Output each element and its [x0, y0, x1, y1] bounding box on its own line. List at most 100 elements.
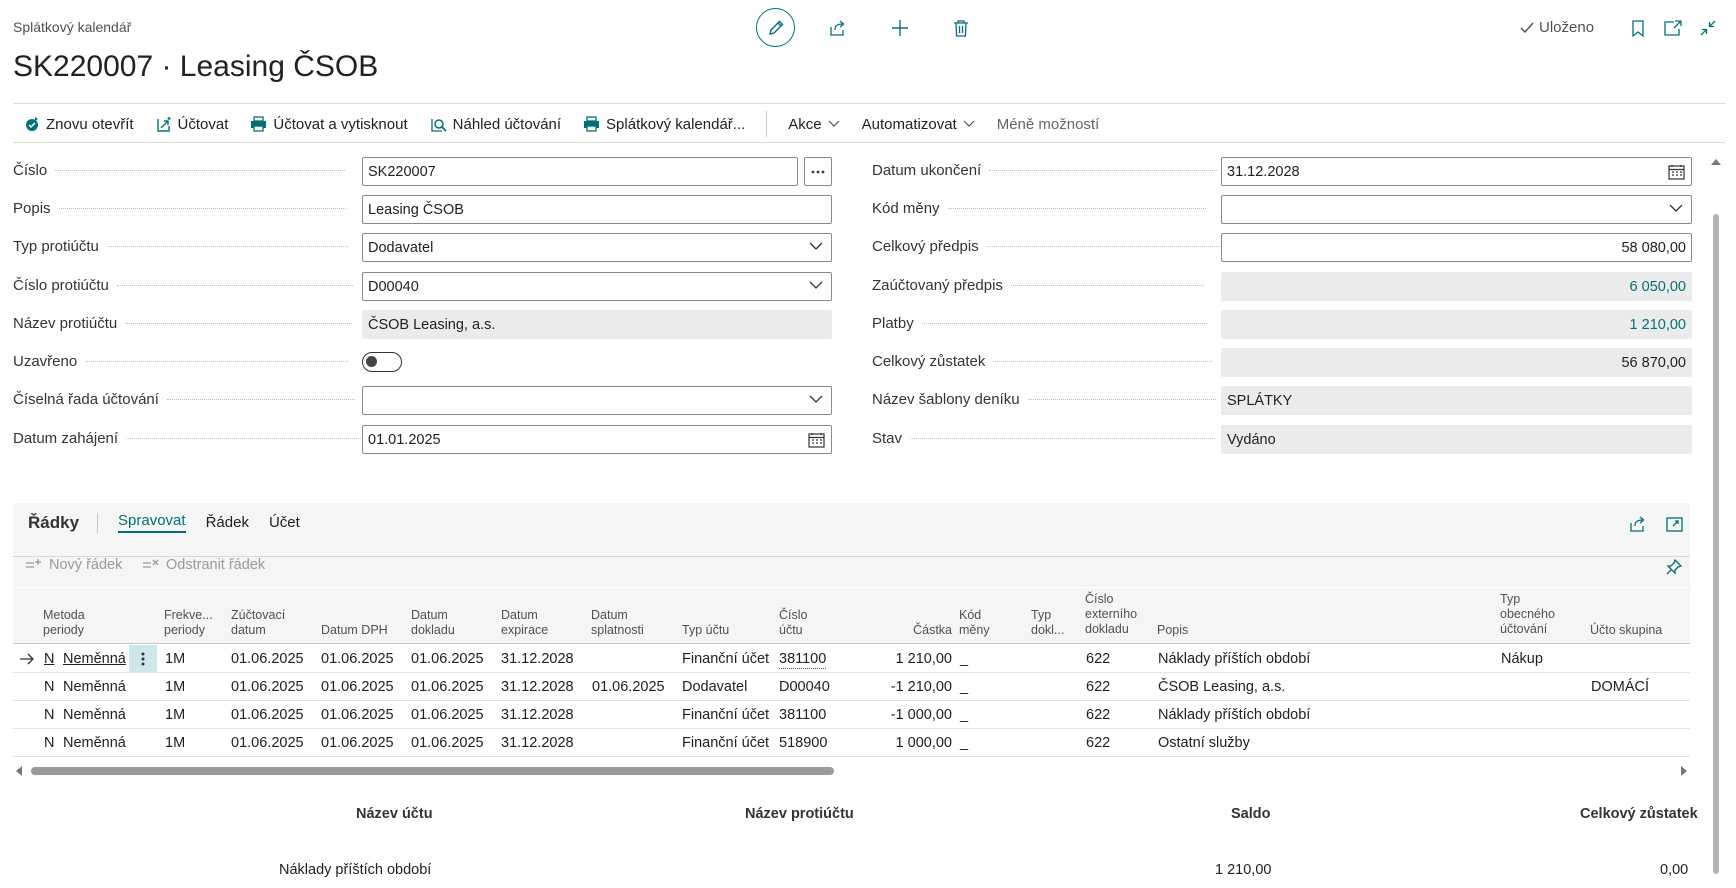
cell-vat-date[interactable]: 01.06.2025 [321, 673, 394, 701]
cell-account-no[interactable]: D00040 [779, 673, 830, 701]
col-due-date[interactable]: Datum splatnosti [591, 608, 644, 638]
cell-expiration-date[interactable]: 31.12.2028 [501, 701, 574, 729]
scrollbar-thumb[interactable] [1713, 214, 1719, 874]
cell-expiration-date[interactable]: 31.12.2028 [501, 645, 574, 673]
cell-account-type[interactable]: Finanční účet [682, 729, 769, 757]
cell-currency[interactable]: _ [960, 729, 968, 757]
tab-manage[interactable]: Spravovat [118, 512, 186, 533]
cell-frequency[interactable]: 1M [165, 729, 185, 757]
col-frequency[interactable]: Frekve... periody [164, 608, 213, 638]
cell-account-no[interactable]: 381100 [779, 701, 826, 729]
cell-currency[interactable]: _ [960, 701, 968, 729]
share-button[interactable] [826, 16, 850, 40]
cell-account-no[interactable]: 381100 [779, 650, 827, 669]
tab-line[interactable]: Řádek [206, 514, 249, 531]
cell-account-no[interactable]: 518900 [779, 729, 827, 757]
horizontal-scrollbar[interactable] [13, 762, 1690, 778]
scrollbar-thumb[interactable] [31, 767, 834, 775]
bal-account-no-select[interactable]: D00040 [362, 272, 832, 301]
cell-description[interactable]: ČSOB Leasing, a.s. [1158, 673, 1285, 701]
less-options-button[interactable]: Méně možností [986, 116, 1111, 133]
cell-external-doc-no[interactable]: 622 [1086, 673, 1110, 701]
preview-action[interactable]: Náhled účtování [419, 116, 572, 133]
new-line-button[interactable]: Nový řádek [25, 557, 122, 573]
cell-expiration-date[interactable]: 31.12.2028 [501, 673, 574, 701]
table-row[interactable]: N Neměnná 1M 01.06.2025 01.06.2025 01.06… [13, 673, 1690, 701]
bookmark-button[interactable] [1627, 17, 1649, 39]
edit-button[interactable] [756, 8, 795, 47]
cell-description[interactable]: Náklady příštích období [1158, 701, 1310, 729]
cell-amount[interactable]: -1 000,00 [873, 701, 952, 729]
closed-toggle[interactable] [362, 352, 402, 372]
vertical-scrollbar[interactable] [1711, 158, 1721, 882]
col-document-date[interactable]: Datum dokladu [411, 608, 455, 638]
cell-method[interactable]: Neměnná [63, 729, 126, 757]
cell-document-date[interactable]: 01.06.2025 [411, 729, 484, 757]
row-actions-button[interactable] [129, 645, 157, 672]
cell-frequency[interactable]: 1M [165, 673, 185, 701]
cell-external-doc-no[interactable]: 622 [1086, 701, 1110, 729]
col-amount[interactable]: Částka [873, 623, 952, 638]
cell-document-date[interactable]: 01.06.2025 [411, 701, 484, 729]
akce-menu[interactable]: Akce [777, 116, 850, 133]
personalize-button[interactable] [1663, 556, 1685, 578]
tab-account[interactable]: Účet [269, 514, 300, 531]
cell-method[interactable]: Neměnná [63, 701, 126, 729]
total-charge-input[interactable]: 58 080,00 [1221, 233, 1692, 262]
cell-amount[interactable]: 1 000,00 [873, 729, 952, 757]
table-row[interactable]: N Neměnná 1M 01.06.2025 01.06.2025 01.06… [13, 701, 1690, 729]
cell-posting-date[interactable]: 01.06.2025 [231, 645, 304, 673]
cell-method-n[interactable]: N [44, 645, 54, 673]
cell-currency[interactable]: _ [960, 645, 968, 673]
automate-menu[interactable]: Automatizovat [851, 116, 986, 133]
ending-date-input[interactable]: 31.12.2028 [1221, 157, 1692, 186]
cell-description[interactable]: Ostatní služby [1158, 729, 1250, 757]
table-row[interactable]: N Neměnná 1M 01.06.2025 01.06.2025 01.06… [13, 729, 1690, 757]
lines-share-button[interactable] [1627, 513, 1649, 535]
collapse-button[interactable] [1697, 17, 1719, 39]
cell-method-n[interactable]: N [44, 673, 54, 701]
payments-value[interactable]: 1 210,00 [1221, 310, 1692, 339]
col-method[interactable]: Metoda periody [43, 608, 85, 638]
cell-amount[interactable]: 1 210,00 [873, 645, 952, 673]
cell-account-type[interactable]: Dodavatel [682, 673, 747, 701]
cell-method[interactable]: Neměnná [63, 645, 126, 673]
cell-due-date[interactable]: 01.06.2025 [592, 673, 665, 701]
col-account-type[interactable]: Typ účtu [682, 623, 729, 638]
currency-code-select[interactable] [1221, 195, 1692, 224]
col-gen-posting-type[interactable]: Typ obecného účtování [1500, 592, 1555, 637]
cell-posting-date[interactable]: 01.06.2025 [231, 729, 304, 757]
cell-description[interactable]: Náklady příštích období [1158, 645, 1310, 673]
assist-edit-button[interactable] [804, 157, 832, 186]
col-external-doc-no[interactable]: Číslo externího dokladu [1085, 592, 1137, 637]
cell-frequency[interactable]: 1M [165, 701, 185, 729]
cell-currency[interactable]: _ [960, 673, 968, 701]
reopen-action[interactable]: Znovu otevřít [13, 116, 145, 133]
post-action[interactable]: Účtovat [145, 116, 240, 133]
col-vat-date[interactable]: Datum DPH [321, 623, 388, 638]
cell-document-date[interactable]: 01.06.2025 [411, 673, 484, 701]
col-posting-group[interactable]: Účto skupina [1590, 623, 1662, 638]
starting-date-input[interactable]: 01.01.2025 [362, 425, 832, 454]
col-description[interactable]: Popis [1157, 623, 1188, 638]
cell-frequency[interactable]: 1M [165, 645, 185, 673]
cell-external-doc-no[interactable]: 622 [1086, 729, 1110, 757]
cell-expiration-date[interactable]: 31.12.2028 [501, 729, 574, 757]
cell-posting-group[interactable]: DOMÁCÍ [1591, 673, 1649, 701]
posted-charge-value[interactable]: 6 050,00 [1221, 272, 1692, 301]
cell-vat-date[interactable]: 01.06.2025 [321, 645, 394, 673]
cell-amount[interactable]: -1 210,00 [873, 673, 952, 701]
description-input[interactable]: Leasing ČSOB [362, 195, 832, 224]
col-expiration-date[interactable]: Datum expirace [501, 608, 548, 638]
col-posting-date[interactable]: Zúčtovací datum [231, 608, 285, 638]
col-document-type[interactable]: Typ dokl... [1031, 608, 1064, 638]
cell-vat-date[interactable]: 01.06.2025 [321, 701, 394, 729]
cell-method-n[interactable]: N [44, 701, 54, 729]
cell-account-type[interactable]: Finanční účet [682, 645, 769, 673]
cell-method[interactable]: Neměnná [63, 673, 126, 701]
cell-gen-posting-type[interactable]: Nákup [1501, 645, 1543, 673]
open-new-window-button[interactable] [1662, 17, 1684, 39]
schedule-report-action[interactable]: Splátkový kalendář... [572, 116, 756, 133]
cell-document-date[interactable]: 01.06.2025 [411, 645, 484, 673]
bal-account-type-select[interactable]: Dodavatel [362, 233, 832, 262]
